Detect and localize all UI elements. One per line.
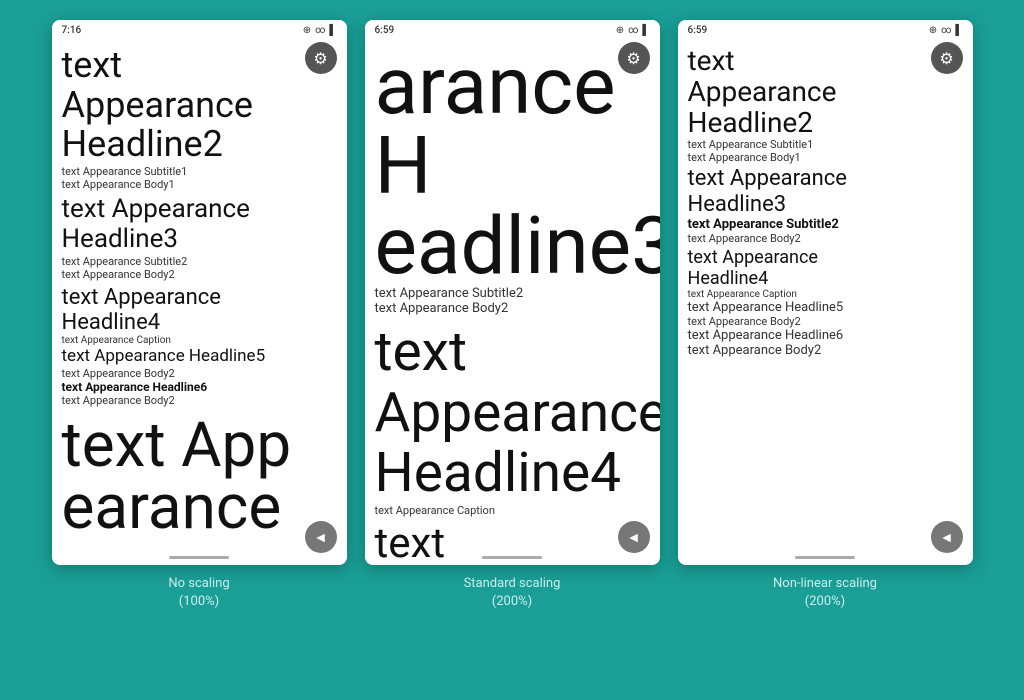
scroll-button-right[interactable]: ◄	[931, 521, 963, 553]
bottom-line-center	[482, 556, 542, 559]
signal-icon-left: ⊕	[303, 25, 311, 36]
label-right: Non-linear scaling(200%)	[773, 575, 877, 611]
phone-left: 7:16 ⊕ ∞ ▌ ⚙ text Appearance Headline2 t…	[52, 20, 347, 565]
headline5-right: text Appearance Headline6	[688, 328, 963, 343]
headline1-center: arance H eadline3	[375, 46, 650, 286]
headline2-center: text Appearance Headline4	[375, 322, 650, 504]
status-icons-left: ⊕ ∞ ▌	[303, 25, 337, 36]
settings-button-right[interactable]: ⚙	[931, 42, 963, 74]
status-bar-right: 6:59 ⊕ ∞ ▌	[678, 20, 973, 40]
wifi-icon-center: ∞	[628, 25, 638, 36]
phone-content-center: arance H eadline3 text Appearance Subtit…	[365, 40, 660, 565]
phone-right: 6:59 ⊕ ∞ ▌ ⚙ text Appearance Headline2 t…	[678, 20, 973, 565]
phone-wrapper-right: 6:59 ⊕ ∞ ▌ ⚙ text Appearance Headline2 t…	[678, 20, 973, 611]
status-time-right: 6:59	[688, 25, 708, 36]
caption-center: text Appearance Caption	[375, 504, 650, 517]
status-icons-center: ⊕ ∞ ▌	[616, 25, 650, 36]
phone-content-left: text Appearance Headline2 text Appearanc…	[52, 40, 347, 565]
subtitle2-left: text Appearance Subtitle2	[62, 255, 337, 268]
status-icons-right: ⊕ ∞ ▌	[929, 25, 963, 36]
status-time-left: 7:16	[62, 25, 82, 36]
label-left: No scaling(100%)	[168, 575, 229, 611]
subtitle1-right: text Appearance Subtitle1	[688, 138, 963, 151]
settings-button-center[interactable]: ⚙	[618, 42, 650, 74]
battery-icon-left: ▌	[329, 25, 336, 36]
body2b-right: text Appearance Body2	[688, 315, 963, 328]
headline3-left: text Appearance Headline4	[62, 285, 337, 336]
headline4-right: text Appearance Headline5	[688, 300, 963, 315]
body2c-right: text Appearance Body2	[688, 343, 963, 358]
headline5-left: text Appearance Headline6	[62, 380, 337, 394]
headline1-right: text Appearance Headline2	[688, 46, 963, 138]
subtitle2-right: text Appearance Subtitle2	[688, 217, 963, 232]
bottom-line-right	[795, 556, 855, 559]
phone-content-right: text Appearance Headline2 text Appearanc…	[678, 40, 973, 565]
headline1-left: text Appearance Headline2	[62, 46, 337, 165]
body2-right: text Appearance Body2	[688, 232, 963, 245]
subtitle1-left: text Appearance Subtitle1	[62, 165, 337, 178]
label-center: Standard scaling(200%)	[464, 575, 561, 611]
caption-left: text Appearance Caption	[62, 335, 337, 346]
signal-icon-right: ⊕	[929, 25, 937, 36]
phone-wrapper-center: 6:59 ⊕ ∞ ▌ ⚙ arance H eadline3 text Appe…	[365, 20, 660, 611]
status-bar-center: 6:59 ⊕ ∞ ▌	[365, 20, 660, 40]
scroll-button-left[interactable]: ◄	[305, 521, 337, 553]
body1-right: text Appearance Body1	[688, 151, 963, 164]
signal-icon-center: ⊕	[616, 25, 624, 36]
status-bar-left: 7:16 ⊕ ∞ ▌	[52, 20, 347, 40]
battery-icon-center: ▌	[642, 25, 649, 36]
caption-right: text Appearance Caption	[688, 289, 963, 300]
wifi-icon-left: ∞	[315, 25, 325, 36]
body2-center: text Appearance Body2	[375, 301, 650, 316]
bottom-line-left	[169, 556, 229, 559]
phone-wrapper-left: 7:16 ⊕ ∞ ▌ ⚙ text Appearance Headline2 t…	[52, 20, 347, 611]
body2-left: text Appearance Body2	[62, 268, 337, 281]
status-time-center: 6:59	[375, 25, 395, 36]
big-text-left: text App earance	[62, 415, 337, 539]
headline3-right: text Appearance Headline4	[688, 247, 963, 289]
headline2-left: text Appearance Headline3	[62, 195, 337, 255]
body2b-left: text Appearance Body2	[62, 367, 337, 380]
body1-left: text Appearance Body1	[62, 178, 337, 191]
body2c-left: text Appearance Body2	[62, 394, 337, 407]
phone-center: 6:59 ⊕ ∞ ▌ ⚙ arance H eadline3 text Appe…	[365, 20, 660, 565]
battery-icon-right: ▌	[955, 25, 962, 36]
main-container: 7:16 ⊕ ∞ ▌ ⚙ text Appearance Headline2 t…	[0, 0, 1024, 700]
scroll-button-center[interactable]: ◄	[618, 521, 650, 553]
headline4-left: text Appearance Headline5	[62, 346, 337, 366]
wifi-icon-right: ∞	[941, 25, 951, 36]
settings-button-left[interactable]: ⚙	[305, 42, 337, 74]
headline2-right: text Appearance Headline3	[688, 166, 963, 217]
